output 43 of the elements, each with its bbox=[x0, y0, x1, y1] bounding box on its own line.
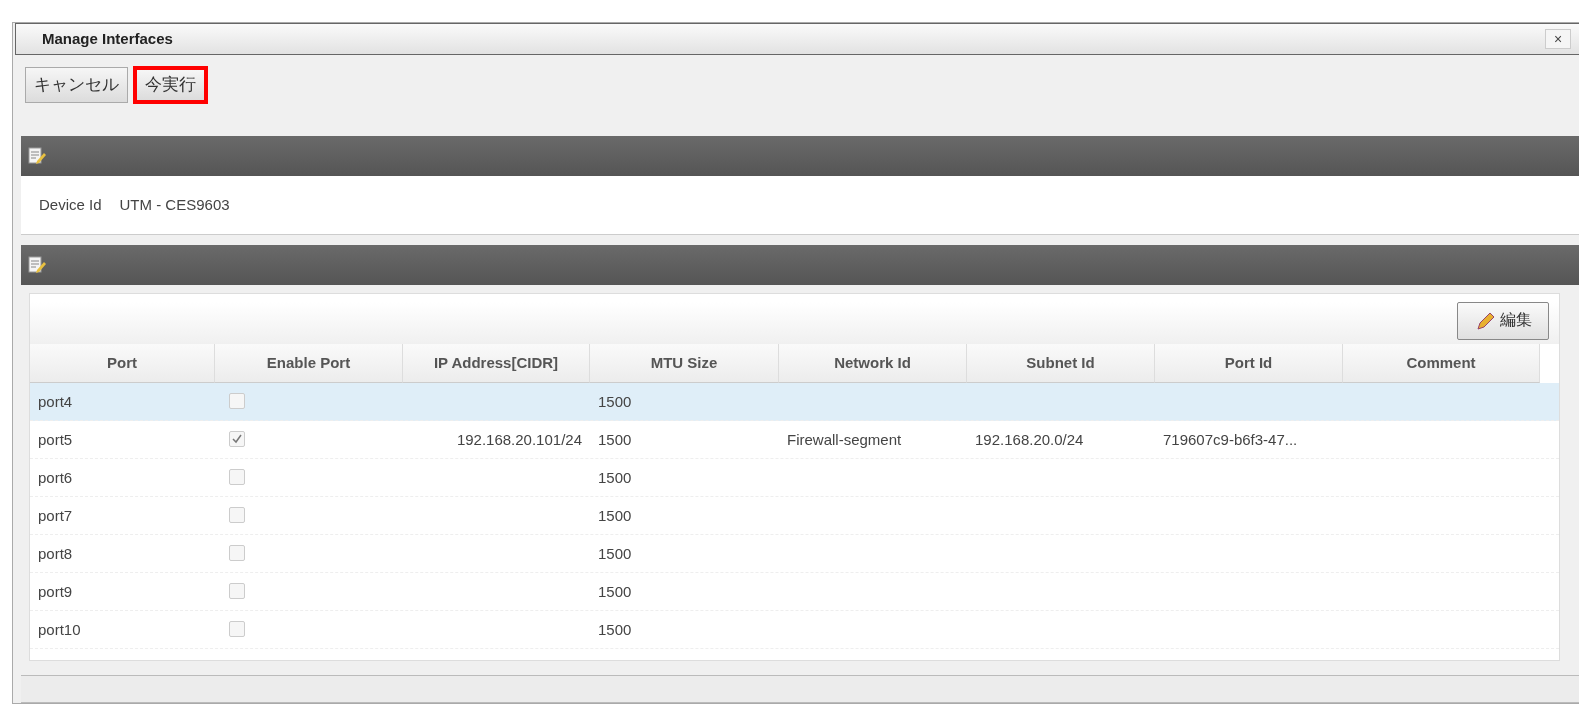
toolbar-button[interactable]: キャンセル bbox=[25, 66, 128, 103]
table-cell: 1500 bbox=[598, 544, 632, 562]
table-row[interactable]: port4 1500 bbox=[30, 382, 1559, 421]
checkbox[interactable] bbox=[229, 545, 245, 562]
column-header[interactable]: Comment bbox=[1343, 343, 1540, 383]
table-cell: 192.168.20.101/24 bbox=[456, 430, 582, 448]
checkbox[interactable] bbox=[229, 507, 245, 524]
table-cell-text: port10 bbox=[37, 619, 82, 640]
table-cell-text: port5 bbox=[37, 429, 74, 450]
window-title: Manage Interfaces bbox=[42, 30, 173, 48]
edit-note-icon bbox=[27, 145, 47, 166]
device-label: Device Id bbox=[39, 196, 102, 214]
checkbox[interactable] bbox=[229, 431, 245, 448]
toolbar-button[interactable]: 今実行 bbox=[134, 66, 207, 103]
table-cell-text: port7 bbox=[37, 505, 74, 526]
device-value: UTM - CES9603 bbox=[119, 196, 230, 214]
column-header[interactable]: Enable Port bbox=[215, 343, 403, 383]
edit-button[interactable]: 編集 bbox=[1457, 301, 1549, 340]
table-cell: 719607c9-b6f3-47... bbox=[1163, 430, 1298, 448]
column-header[interactable]: Subnet Id bbox=[967, 343, 1155, 383]
checkbox[interactable] bbox=[229, 469, 245, 486]
table-cell: 1500 bbox=[598, 430, 632, 448]
column-header[interactable]: Network Id bbox=[779, 343, 967, 383]
table-cell: 1500 bbox=[598, 582, 632, 600]
checkbox[interactable] bbox=[229, 393, 245, 410]
checkbox[interactable] bbox=[229, 621, 245, 638]
column-header[interactable]: Port Id bbox=[1155, 343, 1343, 383]
edit-note-icon bbox=[27, 254, 47, 275]
column-header[interactable]: MTU Size bbox=[590, 343, 779, 383]
table-cell: 1500 bbox=[598, 468, 632, 486]
table-cell: 1500 bbox=[598, 620, 632, 638]
table-cell: 1500 bbox=[598, 506, 632, 524]
checkbox[interactable] bbox=[229, 583, 245, 600]
table-cell: 192.168.20.0/24 bbox=[975, 430, 1084, 448]
table-cell-text: port8 bbox=[37, 543, 74, 564]
table-cell: Firewall-segment bbox=[787, 430, 902, 448]
column-header[interactable]: IP Address[CIDR] bbox=[403, 343, 590, 383]
table-cell-text: port6 bbox=[37, 467, 74, 488]
table-cell-text: port9 bbox=[37, 581, 74, 602]
table-cell-text: port4 bbox=[37, 391, 74, 412]
table-cell: 1500 bbox=[598, 392, 632, 410]
close-button[interactable]: × bbox=[1545, 28, 1571, 49]
column-header[interactable]: Port bbox=[30, 343, 215, 383]
